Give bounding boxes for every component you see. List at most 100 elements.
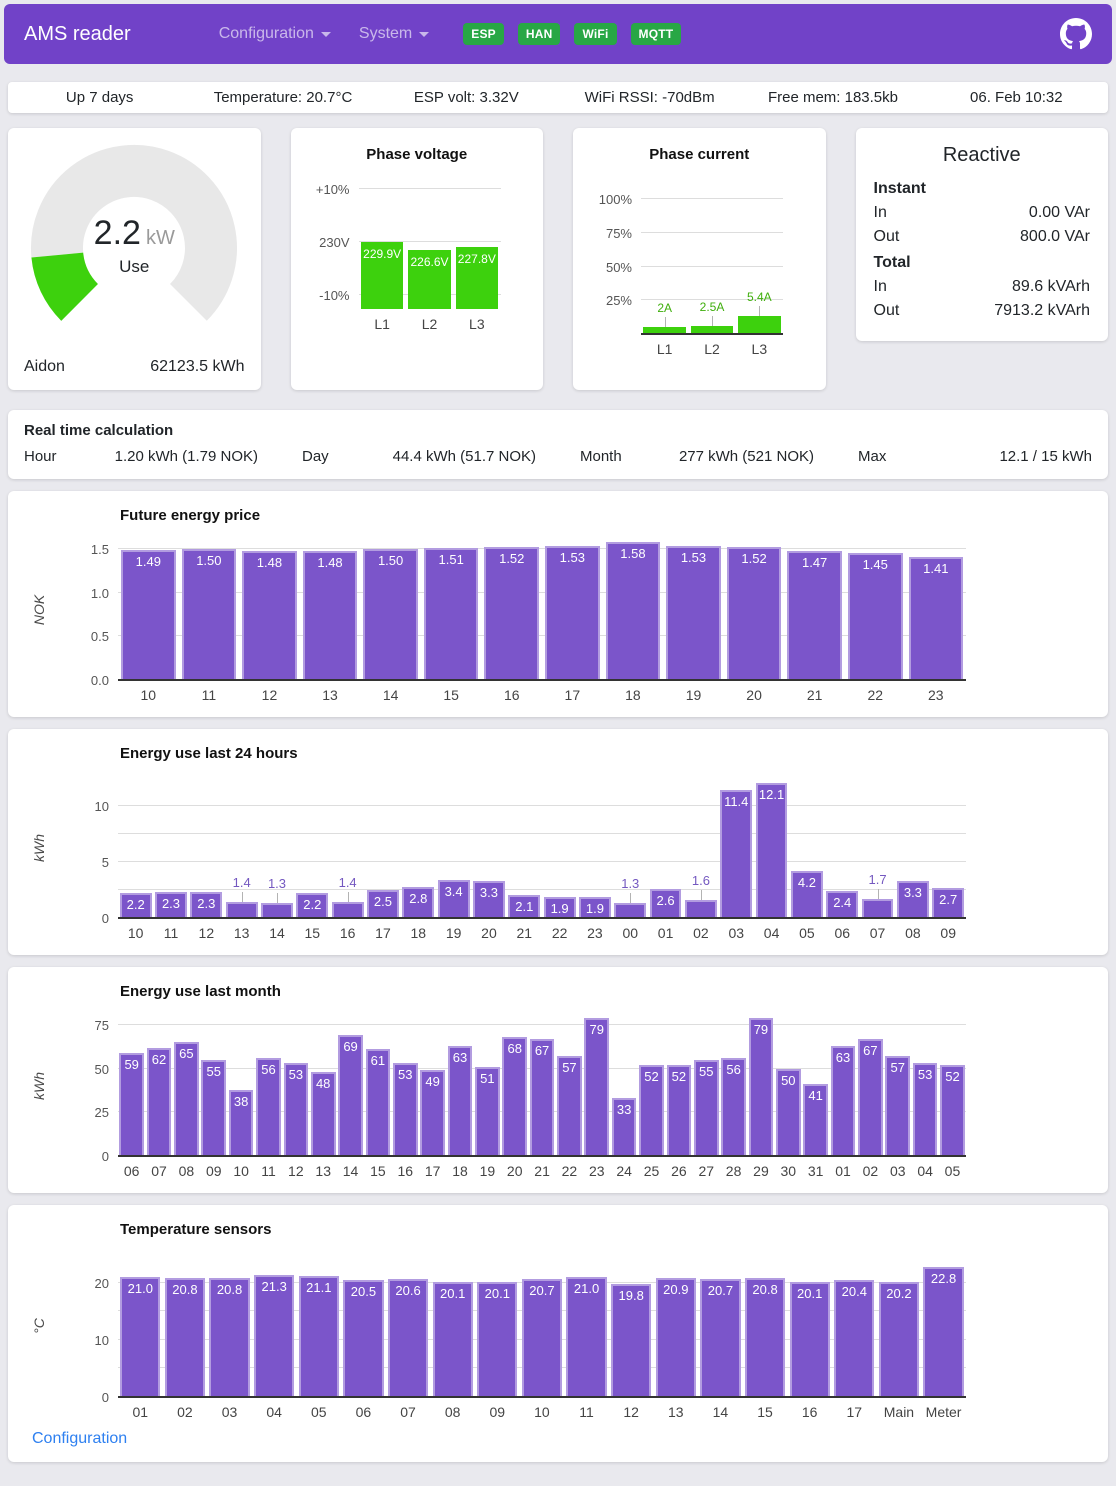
y-tick-label: 0.5 <box>91 629 109 644</box>
x-tick-label: 11 <box>255 1156 282 1179</box>
x-tick-label: 15 <box>364 1156 391 1179</box>
y-tick-label: 1.0 <box>91 586 109 601</box>
status-item: Up 7 days <box>8 89 191 106</box>
gauge-value: 2.2 <box>94 214 141 252</box>
x-tick-label: 16 <box>787 1397 832 1420</box>
nav-configuration[interactable]: Configuration <box>219 25 331 43</box>
reactive-row: Out 7913.2 kVArh <box>874 299 1091 323</box>
bar-value-label: 227.8V <box>441 252 512 266</box>
reactive-section-instant: Instant <box>874 177 1091 201</box>
realtime-value: 12.1 / 15 kWh <box>999 448 1092 465</box>
x-tick-label: 10 <box>227 1156 254 1179</box>
bar-slot: 21.0 <box>564 1254 609 1397</box>
future-energy-price-card: Future energy price NOK0.51.01.50.01.491… <box>8 491 1108 717</box>
bar <box>738 316 781 334</box>
x-tick-label: 04 <box>754 918 789 941</box>
x-tick-label: 25 <box>638 1156 665 1179</box>
x-tick-label: 21 <box>507 918 542 941</box>
bar <box>545 546 600 680</box>
bar-slot: 57 <box>884 1016 911 1156</box>
temperature-sensors-card: Temperature sensors °C1020021.020.820.82… <box>8 1205 1108 1462</box>
x-tick-label: 18 <box>603 680 664 703</box>
configuration-link[interactable]: Configuration <box>32 1430 127 1448</box>
axis-baseline <box>641 333 783 335</box>
phase-current-card: Phase current 100%75%50%25%2A2.5A5.4AL1L… <box>573 128 826 390</box>
realtime-item: Hour1.20 kWh (1.79 NOK) <box>24 448 302 465</box>
y-tick-label: 0 <box>102 1149 109 1164</box>
bar-slot: 67 <box>528 1016 555 1156</box>
y-axis-label: °C <box>31 1318 47 1334</box>
bar-slot: 20.6 <box>386 1254 431 1397</box>
nav-system[interactable]: System <box>359 25 429 43</box>
bar-value-label: 50 <box>763 1073 814 1088</box>
realtime-value: 44.4 kWh (51.7 NOK) <box>393 448 536 465</box>
github-link[interactable] <box>1060 18 1092 50</box>
x-tick-label: 22 <box>845 680 906 703</box>
chart-title: Temperature sensors <box>120 1221 1092 1238</box>
x-tick-label: 27 <box>693 1156 720 1179</box>
x-tick-label: 28 <box>720 1156 747 1179</box>
bar <box>242 551 297 681</box>
x-tick-label: 08 <box>173 1156 200 1179</box>
realtime-item: Month277 kWh (521 NOK) <box>580 448 858 465</box>
bar-value-label: 2.6 <box>636 893 695 908</box>
bar-slot: 20.5 <box>341 1254 386 1397</box>
bar-slot: 2.5A <box>688 189 735 334</box>
x-tick-label: 20 <box>724 680 785 703</box>
x-tick-label: 21 <box>528 1156 555 1179</box>
bar-slot: 20.7 <box>698 1254 743 1397</box>
row-label: In <box>874 201 887 225</box>
x-tick-label: 01 <box>648 918 683 941</box>
bar-slot: 55 <box>693 1016 720 1156</box>
x-tick-label: 23 <box>583 1156 610 1179</box>
x-tick-label: 12 <box>282 1156 309 1179</box>
bar-slot: 68 <box>501 1016 528 1156</box>
realtime-label: Day <box>302 448 329 465</box>
row-value: 800.0 VAr <box>1020 225 1090 249</box>
bar-value-label: 55 <box>188 1064 239 1079</box>
bar-value-label: 1.6 <box>671 873 730 888</box>
bar-value-label: 57 <box>544 1060 595 1075</box>
bar-slot: 1.41 <box>906 540 967 680</box>
bar-value-label: 22.8 <box>909 1271 978 1286</box>
realtime-card: Real time calculation Hour1.20 kWh (1.79… <box>8 410 1108 479</box>
reactive-row: Out 800.0 VAr <box>874 225 1091 249</box>
row-label: In <box>874 275 887 299</box>
realtime-row: Hour1.20 kWh (1.79 NOK)Day 44.4 kWh (51.7… <box>24 448 1092 465</box>
bar-slot: 2.2 <box>295 778 330 918</box>
chevron-down-icon <box>419 32 429 37</box>
realtime-title: Real time calculation <box>24 422 1092 439</box>
energy-last-month-card: Energy use last month kWh255075059626555… <box>8 967 1108 1193</box>
x-tick-label: 10 <box>118 918 153 941</box>
reactive-title: Reactive <box>874 144 1091 167</box>
x-tick-label: 01 <box>118 1397 163 1420</box>
x-tick-label: 05 <box>939 1156 966 1179</box>
y-tick-label: 230V <box>319 235 349 250</box>
y-tick-label: 25 <box>95 1105 109 1120</box>
x-tick-label: 07 <box>860 918 895 941</box>
nav-system-label: System <box>359 25 412 43</box>
x-tick-label: 10 <box>520 1397 565 1420</box>
x-tick-label: 17 <box>419 1156 446 1179</box>
bar-slot: 1.9 <box>577 778 612 918</box>
bar-slot: 2.4 <box>825 778 860 918</box>
bar <box>303 551 358 681</box>
phase-voltage-chart: +10%230V-10%229.9V226.6V227.8VL1L2L3 <box>307 189 528 332</box>
bar <box>584 1018 609 1156</box>
bar-value-label: 4.2 <box>777 875 836 890</box>
bar-slot: 53 <box>911 1016 938 1156</box>
x-tick-label: L3 <box>736 334 783 357</box>
x-tick-label: L2 <box>406 309 453 332</box>
x-tick-label: 06 <box>118 1156 145 1179</box>
y-tick-label: 75% <box>606 226 632 241</box>
y-tick-label: 0 <box>102 1390 109 1405</box>
bar-slot: 20.1 <box>475 1254 520 1397</box>
status-item: Free mem: 183.5kb <box>741 89 924 106</box>
phase-voltage-card: Phase voltage +10%230V-10%229.9V226.6V22… <box>291 128 544 390</box>
reactive-row: In 89.6 kVArh <box>874 275 1091 299</box>
bar-slot: 20.8 <box>743 1254 788 1397</box>
bar-slot: 1.9 <box>542 778 577 918</box>
bar-value-label: 67 <box>845 1043 896 1058</box>
meter-summary: Aidon 62123.5 kWh <box>24 358 245 376</box>
power-gauge-card: 2.2kW Use Aidon 62123.5 kWh <box>8 128 261 390</box>
